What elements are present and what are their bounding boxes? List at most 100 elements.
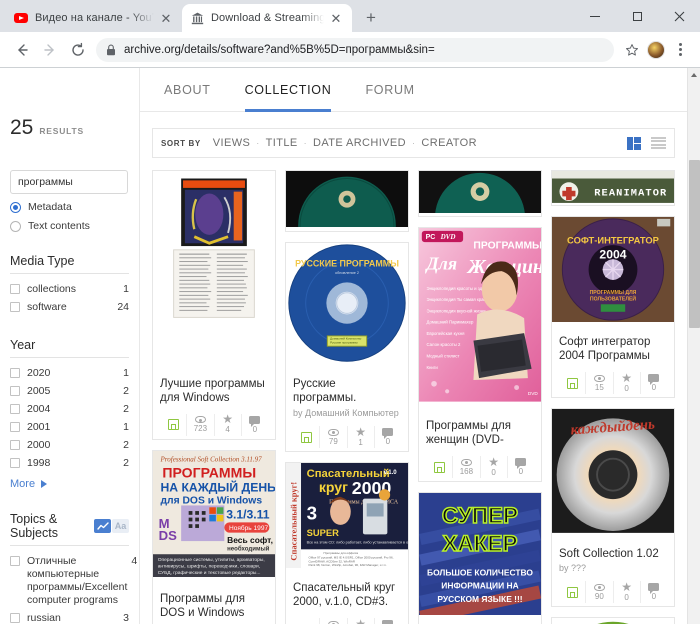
address-bar[interactable]: archive.org/details/software?and%5B%5D=п… <box>96 37 614 62</box>
tab-about[interactable]: ABOUT <box>164 68 211 112</box>
sort-option-title[interactable]: TITLE <box>265 137 299 149</box>
browser-menu-icon[interactable] <box>668 38 692 62</box>
card-stats: 723 ★ 4 0 <box>160 411 268 439</box>
minimize-button[interactable] <box>574 0 616 32</box>
grid-view-icon[interactable] <box>627 136 642 150</box>
facet-count: 24 <box>117 300 129 313</box>
page-scrollbar[interactable] <box>687 68 700 624</box>
stat-views: 90 <box>585 581 612 604</box>
card-title: Софт интегратор 2004 Программы для <box>559 336 651 363</box>
facet-item[interactable]: 2000 2 <box>10 437 129 455</box>
checkbox-icon[interactable] <box>10 404 20 414</box>
checkbox-icon[interactable] <box>10 613 20 623</box>
checkbox-icon[interactable] <box>10 440 20 451</box>
result-card[interactable] <box>285 170 409 232</box>
svg-text:обновление 2: обновление 2 <box>335 271 359 275</box>
facet-item[interactable]: 2004 2 <box>10 401 129 419</box>
result-card[interactable]: Лучшие программы для Windows 723 ★ 4 0 <box>152 170 276 440</box>
scope-option-text-contents[interactable]: Text contents <box>10 220 129 232</box>
result-card[interactable]: РУССКИЕ ПРОГРАММЫ обновление 2 Домашний … <box>285 242 409 452</box>
facet-item[interactable]: 2001 1 <box>10 419 129 437</box>
svg-text:Европейская кухня: Европейская кухня <box>427 331 466 336</box>
browser-tab-youtube[interactable]: Видео на канале - YouTube Studio ✕ <box>6 4 182 32</box>
facet-item[interactable]: 1998 2 <box>10 455 129 473</box>
cover-image: REANIMATOR XXI <box>552 171 674 205</box>
checkbox-icon[interactable] <box>10 555 20 566</box>
sort-option-views[interactable]: VIEWS <box>212 137 251 149</box>
svg-text:REANIMATOR XXI: REANIMATOR XXI <box>594 187 674 199</box>
page-content: 25 RESULTS Metadata Text contents Media … <box>0 68 700 624</box>
forward-button[interactable] <box>36 36 64 64</box>
facet-item[interactable]: software 24 <box>10 298 129 316</box>
sidebar-search-input[interactable] <box>10 170 128 194</box>
comment-icon <box>648 583 660 595</box>
result-card[interactable]: СУПЕР ХАКЕР БОЛЬШОЕ КОЛИЧЕСТВО ИНФОРМАЦИ… <box>418 492 542 624</box>
facet-label: collections <box>27 282 77 295</box>
svg-text:ХАКЕР: ХАКЕР <box>442 531 517 556</box>
facet-item[interactable]: 2020 1 <box>10 364 129 382</box>
triangle-right-icon <box>41 480 48 488</box>
svg-text:Professional Soft Collection 3: Professional Soft Collection 3.11.97 <box>160 455 263 463</box>
checkbox-icon[interactable] <box>10 422 20 433</box>
browser-toolbar: archive.org/details/software?and%5B%5D=п… <box>0 32 700 68</box>
results-count: 25 <box>10 116 34 139</box>
checkbox-icon[interactable] <box>10 458 20 469</box>
maximize-button[interactable] <box>616 0 658 32</box>
checkbox-icon[interactable] <box>10 283 20 294</box>
back-button[interactable] <box>8 36 36 64</box>
facet-title-media-type: Media Type <box>10 254 129 274</box>
sort-option-creator[interactable]: CREATOR <box>420 137 478 149</box>
facet-label: 2001 <box>27 421 51 434</box>
checkbox-icon[interactable] <box>10 367 20 378</box>
scroll-up-icon[interactable] <box>688 68 700 81</box>
svg-text:Для: Для <box>425 253 458 273</box>
list-view-icon[interactable] <box>651 136 666 150</box>
facet-item[interactable]: collections 1 <box>10 280 129 298</box>
result-card[interactable]: каждыйдень Soft Collection 1.02 by ??? 9… <box>551 408 675 608</box>
stat-comments: 0 <box>506 456 534 478</box>
result-card[interactable]: REANIMATOR XXI <box>551 170 675 206</box>
stat-views: 15 <box>585 372 612 394</box>
reload-button[interactable] <box>64 36 92 64</box>
profile-avatar[interactable] <box>644 38 668 62</box>
close-icon[interactable]: ✕ <box>328 10 344 26</box>
favorites-count: 0 <box>624 592 629 602</box>
result-card[interactable]: Professional Soft Collection 3.11.97 ПРО… <box>152 449 276 624</box>
results-summary: 25 RESULTS <box>10 68 129 140</box>
svg-text:2004: 2004 <box>599 247 626 261</box>
stat-media-type <box>559 372 585 394</box>
result-card[interactable]: волшебная КОРОВКА инсталляционный диск <box>551 617 675 624</box>
chart-icon[interactable] <box>94 519 111 533</box>
result-card[interactable]: Спасательный круг! Спасательный v.1.0 кр… <box>285 462 409 624</box>
close-icon[interactable]: ✕ <box>158 10 174 26</box>
stat-favorites: ★ 4 <box>213 413 241 436</box>
cover-image: Professional Soft Collection 3.11.97 ПРО… <box>153 450 275 586</box>
facet-item[interactable]: 2005 2 <box>10 382 129 400</box>
separator: · <box>303 138 307 148</box>
scope-option-metadata[interactable]: Metadata <box>10 201 129 213</box>
checkbox-icon[interactable] <box>10 385 20 396</box>
facet-title-topics: Topics & Subjects Aa <box>10 512 129 546</box>
new-tab-button[interactable]: + <box>358 5 384 31</box>
text-aa-icon[interactable]: Aa <box>112 519 129 533</box>
bookmark-star-icon[interactable] <box>620 38 644 62</box>
tab-collection[interactable]: COLLECTION <box>244 68 332 112</box>
scrollbar-thumb[interactable] <box>689 160 700 328</box>
facet-item[interactable]: russian 3 <box>10 610 129 624</box>
result-card[interactable]: СОФТ-ИНТЕГРАТОР 2004 ПРОГРАММЫ ДЛЯ ПОЛЬЗ… <box>551 216 675 398</box>
checkbox-icon[interactable] <box>10 301 20 312</box>
comment-icon <box>382 620 394 624</box>
more-link-year[interactable]: More <box>10 478 129 490</box>
eye-icon <box>593 583 605 591</box>
browser-tab-archive[interactable]: Download & Streaming : The Internet Arch… <box>182 4 352 32</box>
card-body: Лучшие программы для Windows 723 ★ 4 0 <box>153 371 275 439</box>
result-card[interactable]: PC DVD ПРОГРАММЫ Для Женщин Энциклопедия… <box>418 227 542 482</box>
close-window-button[interactable] <box>658 0 700 32</box>
card-body: Soft Collection 1.02 by ??? 90 ★ 0 0 <box>552 541 674 606</box>
cover-image: СОФТ-ИНТЕГРАТОР 2004 ПРОГРАММЫ ДЛЯ ПОЛЬЗ… <box>552 217 674 329</box>
tab-forum[interactable]: FORUM <box>365 68 414 112</box>
facet-item[interactable]: Отличные компьютерные программы/Excellen… <box>10 552 137 610</box>
result-card[interactable] <box>418 170 542 217</box>
sort-option-date-archived[interactable]: DATE ARCHIVED <box>312 137 407 149</box>
favorites-count: 0 <box>491 467 496 477</box>
